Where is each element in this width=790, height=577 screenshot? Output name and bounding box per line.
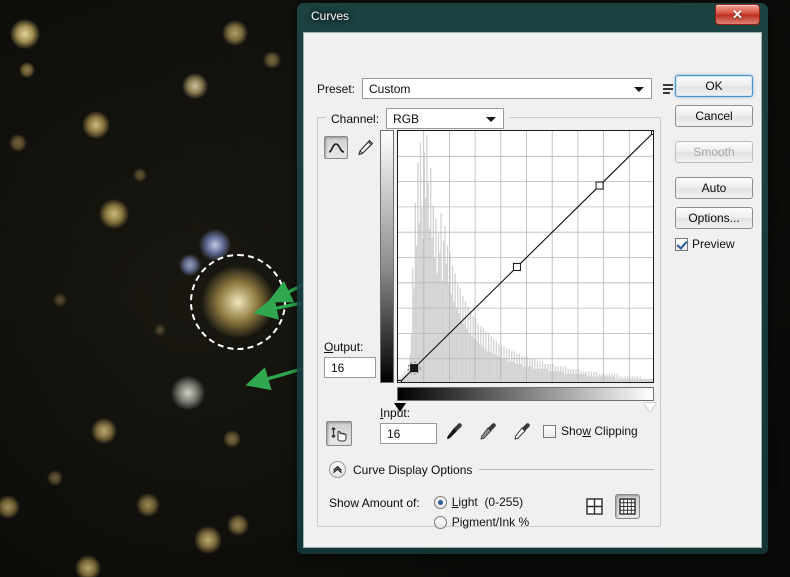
ok-button[interactable]: OK: [675, 75, 753, 97]
white-point-slider[interactable]: [644, 403, 656, 412]
dialog-title: Curves: [311, 9, 349, 23]
show-clipping-row: Show Clipping: [543, 424, 638, 438]
channel-overlays-checkbox[interactable]: [367, 547, 380, 549]
output-gradient-ramp: [380, 130, 394, 383]
pencil-tool-icon: [357, 139, 374, 156]
chevron-down-icon: [486, 117, 496, 122]
curve-control-point[interactable]: [652, 131, 655, 135]
divider: [479, 469, 654, 470]
light-radio[interactable]: [434, 496, 447, 509]
channel-overlays-row[interactable]: Channel Overlays: [367, 546, 492, 548]
preview-checkbox[interactable]: [675, 238, 688, 251]
curve-display-options-label: Curve Display Options: [353, 463, 472, 477]
show-amount-of-label: Show Amount of:: [329, 495, 420, 535]
options-button[interactable]: Options...: [675, 207, 753, 229]
grid-4x4-icon: [619, 498, 636, 515]
channel-dropdown[interactable]: RGB: [386, 108, 504, 129]
auto-button[interactable]: Auto: [675, 177, 753, 199]
grid-size-buttons: [582, 494, 640, 519]
input-field[interactable]: 16: [380, 423, 437, 444]
pigment-label: Pigment/Ink %: [452, 515, 529, 529]
baseline-label: Baseline: [528, 546, 574, 548]
baseline-row[interactable]: Baseline: [510, 546, 616, 548]
preset-dropdown[interactable]: Custom: [362, 78, 652, 99]
preset-row: Preset: Custom: [317, 78, 675, 99]
preset-value: Custom: [369, 82, 410, 96]
curve-graph[interactable]: [397, 130, 654, 383]
preset-menu-icon[interactable]: [659, 81, 675, 97]
curve-group-box: Channel: RGB: [317, 117, 661, 527]
curve-point-drag-icon: [330, 425, 348, 443]
dialog-titlebar[interactable]: Curves ✕: [303, 3, 762, 32]
channel-value: RGB: [393, 112, 419, 126]
grid-quarter-tones-button[interactable]: [582, 494, 607, 519]
cancel-button[interactable]: Cancel: [675, 105, 753, 127]
elliptical-selection-marquee[interactable]: [190, 254, 286, 350]
show-options-row: Show: Channel Overlays Histogram: [329, 546, 669, 548]
screen: Curves ✕ OK Cancel Smooth Auto Options..…: [0, 0, 790, 577]
preset-label: Preset:: [317, 82, 355, 96]
dialog-client-area: OK Cancel Smooth Auto Options... Preview…: [303, 32, 762, 548]
output-block: Output: 16: [324, 340, 376, 378]
chevron-down-icon: [634, 87, 644, 92]
pencil-tool-button[interactable]: [353, 136, 377, 159]
close-button[interactable]: ✕: [715, 4, 760, 25]
close-icon: ✕: [732, 8, 743, 21]
input-label: Input:: [380, 406, 437, 420]
input-gradient-ramp: [397, 387, 654, 401]
channel-row: Channel: RGB: [326, 108, 509, 129]
grid-2x2-icon: [586, 498, 603, 515]
light-label: Light (0-255): [452, 495, 523, 509]
radio-pigment-row[interactable]: Pigment/Ink %: [434, 515, 529, 529]
curve-tool-icon: [328, 141, 345, 155]
eyedropper-group: [444, 421, 532, 441]
preview-row: Preview: [675, 237, 753, 251]
curve-control-point[interactable]: [398, 381, 402, 384]
input-block: Input: 16: [380, 406, 437, 444]
radio-light-row[interactable]: Light (0-255): [434, 495, 529, 509]
channel-label: Channel:: [331, 112, 379, 126]
black-point-eyedropper-icon[interactable]: [444, 421, 464, 441]
output-label: Output:: [324, 340, 376, 354]
baseline-checkbox[interactable]: [510, 547, 523, 549]
curve-graph-svg: [398, 131, 654, 383]
smooth-button[interactable]: Smooth: [675, 141, 753, 163]
curve-point-drag-button[interactable]: [326, 421, 352, 446]
white-point-eyedropper-icon[interactable]: [512, 421, 532, 441]
pigment-radio[interactable]: [434, 516, 447, 529]
curve-tool-button[interactable]: [324, 136, 348, 159]
channel-overlays-label: Channel Overlays: [385, 546, 480, 548]
curve-control-point[interactable]: [411, 365, 418, 372]
curves-dialog: Curves ✕ OK Cancel Smooth Auto Options..…: [297, 3, 768, 554]
show-clipping-checkbox[interactable]: [543, 425, 556, 438]
curve-control-point[interactable]: [596, 182, 603, 189]
dialog-button-column: OK Cancel Smooth Auto Options... Preview: [675, 75, 753, 251]
chevron-up-icon[interactable]: [329, 461, 346, 478]
show-clipping-label: Show Clipping: [561, 424, 638, 438]
output-field[interactable]: 16: [324, 357, 376, 378]
grid-tenth-tones-button[interactable]: [615, 494, 640, 519]
curve-control-point[interactable]: [513, 263, 520, 270]
curve-display-options-header[interactable]: Curve Display Options: [329, 461, 654, 478]
curve-tool-group: [324, 136, 377, 159]
gray-point-eyedropper-icon[interactable]: [478, 421, 498, 441]
preview-label: Preview: [692, 237, 735, 251]
